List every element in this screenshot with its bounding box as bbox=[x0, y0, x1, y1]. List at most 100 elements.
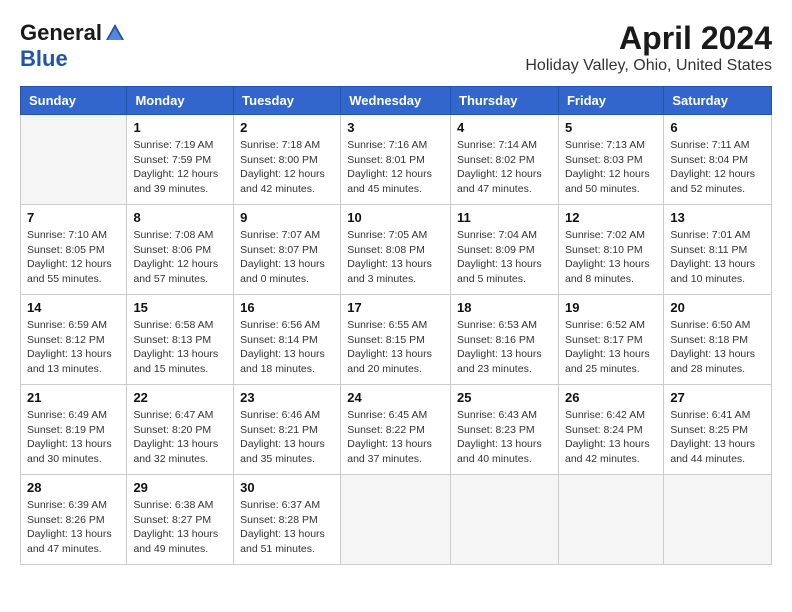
calendar-cell: 21 Sunrise: 6:49 AM Sunset: 8:19 PM Dayli… bbox=[21, 385, 127, 475]
calendar-header-row: SundayMondayTuesdayWednesdayThursdayFrid… bbox=[21, 87, 772, 115]
day-number: 26 bbox=[565, 390, 657, 405]
day-info: Sunrise: 6:42 AM Sunset: 8:24 PM Dayligh… bbox=[565, 408, 657, 467]
calendar-cell: 20 Sunrise: 6:50 AM Sunset: 8:18 PM Dayli… bbox=[664, 295, 772, 385]
day-number: 10 bbox=[347, 210, 444, 225]
day-info: Sunrise: 6:55 AM Sunset: 8:15 PM Dayligh… bbox=[347, 318, 444, 377]
logo-blue: Blue bbox=[20, 46, 68, 71]
day-info: Sunrise: 7:13 AM Sunset: 8:03 PM Dayligh… bbox=[565, 138, 657, 197]
day-number: 11 bbox=[457, 210, 552, 225]
calendar-title: April 2024 bbox=[525, 20, 772, 57]
day-info: Sunrise: 7:18 AM Sunset: 8:00 PM Dayligh… bbox=[240, 138, 334, 197]
calendar-cell bbox=[558, 475, 663, 565]
header: General Blue April 2024 Holiday Valley, … bbox=[20, 20, 772, 76]
day-number: 1 bbox=[133, 120, 227, 135]
calendar-cell: 8Sunrise: 7:08 AM Sunset: 8:06 PM Daylig… bbox=[127, 205, 234, 295]
day-header-wednesday: Wednesday bbox=[341, 87, 451, 115]
day-info: Sunrise: 6:37 AM Sunset: 8:28 PM Dayligh… bbox=[240, 498, 334, 557]
calendar-cell: 4 Sunrise: 7:14 AM Sunset: 8:02 PM Daylig… bbox=[451, 115, 559, 205]
day-number: 23 bbox=[240, 390, 334, 405]
day-header-friday: Friday bbox=[558, 87, 663, 115]
calendar-cell: 25 Sunrise: 6:43 AM Sunset: 8:23 PM Dayli… bbox=[451, 385, 559, 475]
day-number: 7 bbox=[27, 210, 120, 225]
day-number: 20 bbox=[670, 300, 765, 315]
day-number: 28 bbox=[27, 480, 120, 495]
day-number: 12 bbox=[565, 210, 657, 225]
day-info: Sunrise: 6:39 AM Sunset: 8:26 PM Dayligh… bbox=[27, 498, 120, 557]
calendar-cell: 23 Sunrise: 6:46 AM Sunset: 8:21 PM Dayli… bbox=[234, 385, 341, 475]
day-info: Sunrise: 6:58 AM Sunset: 8:13 PM Dayligh… bbox=[133, 318, 227, 377]
week-row-1: 1Sunrise: 7:19 AM Sunset: 7:59 PM Daylig… bbox=[21, 115, 772, 205]
day-info: Sunrise: 7:11 AM Sunset: 8:04 PM Dayligh… bbox=[670, 138, 765, 197]
day-info: Sunrise: 7:08 AM Sunset: 8:06 PM Dayligh… bbox=[133, 228, 227, 287]
day-info: Sunrise: 7:04 AM Sunset: 8:09 PM Dayligh… bbox=[457, 228, 552, 287]
calendar-cell: 24 Sunrise: 6:45 AM Sunset: 8:22 PM Dayli… bbox=[341, 385, 451, 475]
day-info: Sunrise: 6:43 AM Sunset: 8:23 PM Dayligh… bbox=[457, 408, 552, 467]
calendar-table: SundayMondayTuesdayWednesdayThursdayFrid… bbox=[20, 86, 772, 565]
day-info: Sunrise: 6:59 AM Sunset: 8:12 PM Dayligh… bbox=[27, 318, 120, 377]
day-number: 29 bbox=[133, 480, 227, 495]
title-area: April 2024 Holiday Valley, Ohio, United … bbox=[525, 20, 772, 75]
day-info: Sunrise: 7:05 AM Sunset: 8:08 PM Dayligh… bbox=[347, 228, 444, 287]
day-number: 3 bbox=[347, 120, 444, 135]
day-info: Sunrise: 7:14 AM Sunset: 8:02 PM Dayligh… bbox=[457, 138, 552, 197]
calendar-cell: 14 Sunrise: 6:59 AM Sunset: 8:12 PM Dayli… bbox=[21, 295, 127, 385]
day-number: 15 bbox=[133, 300, 227, 315]
day-info: Sunrise: 6:53 AM Sunset: 8:16 PM Dayligh… bbox=[457, 318, 552, 377]
calendar-cell: 9 Sunrise: 7:07 AM Sunset: 8:07 PM Daylig… bbox=[234, 205, 341, 295]
day-number: 6 bbox=[670, 120, 765, 135]
day-number: 9 bbox=[240, 210, 334, 225]
week-row-4: 21 Sunrise: 6:49 AM Sunset: 8:19 PM Dayli… bbox=[21, 385, 772, 475]
calendar-cell bbox=[341, 475, 451, 565]
day-number: 13 bbox=[670, 210, 765, 225]
day-number: 24 bbox=[347, 390, 444, 405]
calendar-cell: 18 Sunrise: 6:53 AM Sunset: 8:16 PM Dayli… bbox=[451, 295, 559, 385]
calendar-cell: 11 Sunrise: 7:04 AM Sunset: 8:09 PM Dayli… bbox=[451, 205, 559, 295]
day-number: 22 bbox=[133, 390, 227, 405]
day-info: Sunrise: 6:45 AM Sunset: 8:22 PM Dayligh… bbox=[347, 408, 444, 467]
calendar-cell: 29 Sunrise: 6:38 AM Sunset: 8:27 PM Dayli… bbox=[127, 475, 234, 565]
day-info: Sunrise: 6:49 AM Sunset: 8:19 PM Dayligh… bbox=[27, 408, 120, 467]
calendar-subtitle: Holiday Valley, Ohio, United States bbox=[525, 57, 772, 75]
calendar-cell: 26 Sunrise: 6:42 AM Sunset: 8:24 PM Dayli… bbox=[558, 385, 663, 475]
calendar-cell: 10 Sunrise: 7:05 AM Sunset: 8:08 PM Dayli… bbox=[341, 205, 451, 295]
day-number: 18 bbox=[457, 300, 552, 315]
calendar-cell: 2Sunrise: 7:18 AM Sunset: 8:00 PM Daylig… bbox=[234, 115, 341, 205]
logo-icon bbox=[104, 22, 126, 44]
day-header-sunday: Sunday bbox=[21, 87, 127, 115]
calendar-cell: 1Sunrise: 7:19 AM Sunset: 7:59 PM Daylig… bbox=[127, 115, 234, 205]
calendar-cell bbox=[21, 115, 127, 205]
day-number: 14 bbox=[27, 300, 120, 315]
week-row-3: 14 Sunrise: 6:59 AM Sunset: 8:12 PM Dayli… bbox=[21, 295, 772, 385]
day-header-thursday: Thursday bbox=[451, 87, 559, 115]
day-info: Sunrise: 6:46 AM Sunset: 8:21 PM Dayligh… bbox=[240, 408, 334, 467]
day-info: Sunrise: 6:50 AM Sunset: 8:18 PM Dayligh… bbox=[670, 318, 765, 377]
day-info: Sunrise: 6:38 AM Sunset: 8:27 PM Dayligh… bbox=[133, 498, 227, 557]
calendar-cell: 27Sunrise: 6:41 AM Sunset: 8:25 PM Dayli… bbox=[664, 385, 772, 475]
day-number: 30 bbox=[240, 480, 334, 495]
calendar-cell: 17 Sunrise: 6:55 AM Sunset: 8:15 PM Dayli… bbox=[341, 295, 451, 385]
calendar-cell: 30 Sunrise: 6:37 AM Sunset: 8:28 PM Dayli… bbox=[234, 475, 341, 565]
logo: General Blue bbox=[20, 20, 128, 72]
day-header-monday: Monday bbox=[127, 87, 234, 115]
day-number: 17 bbox=[347, 300, 444, 315]
calendar-cell: 5Sunrise: 7:13 AM Sunset: 8:03 PM Daylig… bbox=[558, 115, 663, 205]
day-info: Sunrise: 6:52 AM Sunset: 8:17 PM Dayligh… bbox=[565, 318, 657, 377]
calendar-cell: 28 Sunrise: 6:39 AM Sunset: 8:26 PM Dayli… bbox=[21, 475, 127, 565]
day-header-saturday: Saturday bbox=[664, 87, 772, 115]
day-info: Sunrise: 7:01 AM Sunset: 8:11 PM Dayligh… bbox=[670, 228, 765, 287]
day-info: Sunrise: 7:02 AM Sunset: 8:10 PM Dayligh… bbox=[565, 228, 657, 287]
day-info: Sunrise: 7:07 AM Sunset: 8:07 PM Dayligh… bbox=[240, 228, 334, 287]
calendar-cell bbox=[451, 475, 559, 565]
calendar-cell: 13 Sunrise: 7:01 AM Sunset: 8:11 PM Dayli… bbox=[664, 205, 772, 295]
day-number: 4 bbox=[457, 120, 552, 135]
calendar-cell bbox=[664, 475, 772, 565]
day-info: Sunrise: 7:16 AM Sunset: 8:01 PM Dayligh… bbox=[347, 138, 444, 197]
calendar-cell: 3 Sunrise: 7:16 AM Sunset: 8:01 PM Daylig… bbox=[341, 115, 451, 205]
day-number: 25 bbox=[457, 390, 552, 405]
week-row-2: 7Sunrise: 7:10 AM Sunset: 8:05 PM Daylig… bbox=[21, 205, 772, 295]
calendar-cell: 15 Sunrise: 6:58 AM Sunset: 8:13 PM Dayli… bbox=[127, 295, 234, 385]
calendar-cell: 12 Sunrise: 7:02 AM Sunset: 8:10 PM Dayli… bbox=[558, 205, 663, 295]
day-info: Sunrise: 6:41 AM Sunset: 8:25 PM Dayligh… bbox=[670, 408, 765, 467]
week-row-5: 28 Sunrise: 6:39 AM Sunset: 8:26 PM Dayli… bbox=[21, 475, 772, 565]
day-number: 21 bbox=[27, 390, 120, 405]
